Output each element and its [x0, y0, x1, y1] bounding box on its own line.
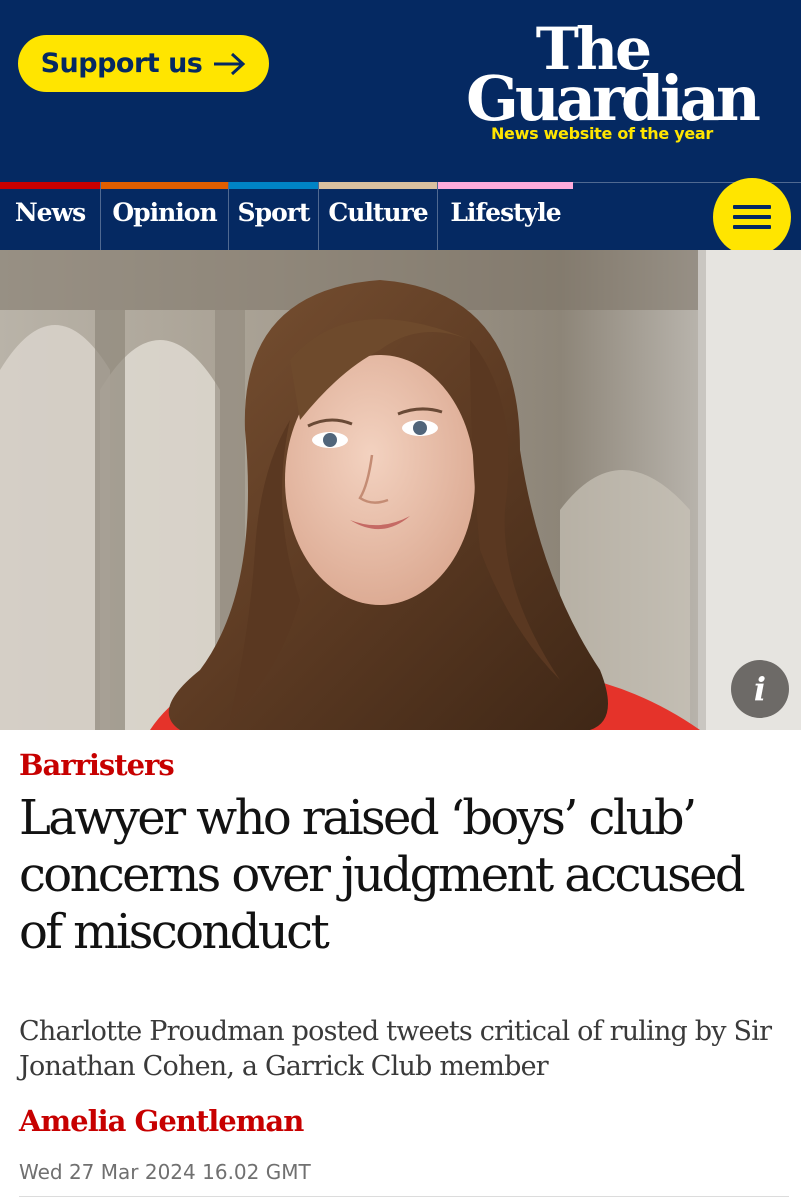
- hero-image: [0, 250, 801, 730]
- nav-label: Culture: [328, 198, 428, 227]
- publish-date: Wed 27 Mar 2024 16.02 GMT: [19, 1160, 311, 1184]
- support-us-label: Support us: [40, 48, 203, 79]
- menu-line: [733, 215, 771, 219]
- nav-label: Lifestyle: [450, 198, 561, 227]
- support-us-button[interactable]: Support us: [18, 35, 269, 92]
- menu-line: [733, 225, 771, 229]
- nav-item-culture[interactable]: Culture: [319, 182, 438, 250]
- nav-bar-culture: [319, 182, 437, 189]
- article-headline: Lawyer who raised ‘boys’ club’ concerns …: [19, 790, 746, 960]
- nav-item-opinion[interactable]: Opinion: [101, 182, 229, 250]
- nav-bar-sport: [229, 182, 318, 189]
- info-icon[interactable]: i: [731, 660, 789, 718]
- menu-line: [733, 205, 771, 209]
- nav-bar-opinion: [101, 182, 228, 189]
- divider: [19, 1196, 789, 1197]
- guardian-logo[interactable]: The Guardian News website of the year: [437, 20, 761, 150]
- nav-item-lifestyle[interactable]: Lifestyle: [438, 182, 573, 250]
- nav-label: News: [14, 198, 86, 227]
- article-standfirst: Charlotte Proudman posted tweets critica…: [19, 1016, 772, 1082]
- hamburger-icon[interactable]: [713, 178, 791, 256]
- nav-bar-news: [0, 182, 100, 189]
- masthead: Support us The Guardian News website of …: [0, 0, 801, 182]
- nav-label: Sport: [237, 198, 311, 227]
- arrow-right-icon: [214, 52, 246, 75]
- hero-photo: [0, 250, 801, 730]
- author-byline[interactable]: Amelia Gentleman: [19, 1104, 304, 1138]
- section-kicker[interactable]: Barristers: [19, 748, 175, 782]
- logo-guardian: Guardian: [465, 62, 761, 135]
- logo-tagline: News website of the year: [490, 124, 713, 143]
- nav-item-news[interactable]: News: [0, 182, 101, 250]
- nav-bar-lifestyle: [438, 182, 573, 189]
- nav-label: Opinion: [112, 198, 217, 227]
- pillar-nav: News Opinion Sport Culture Lifestyle: [0, 182, 801, 250]
- nav-item-sport[interactable]: Sport: [229, 182, 319, 250]
